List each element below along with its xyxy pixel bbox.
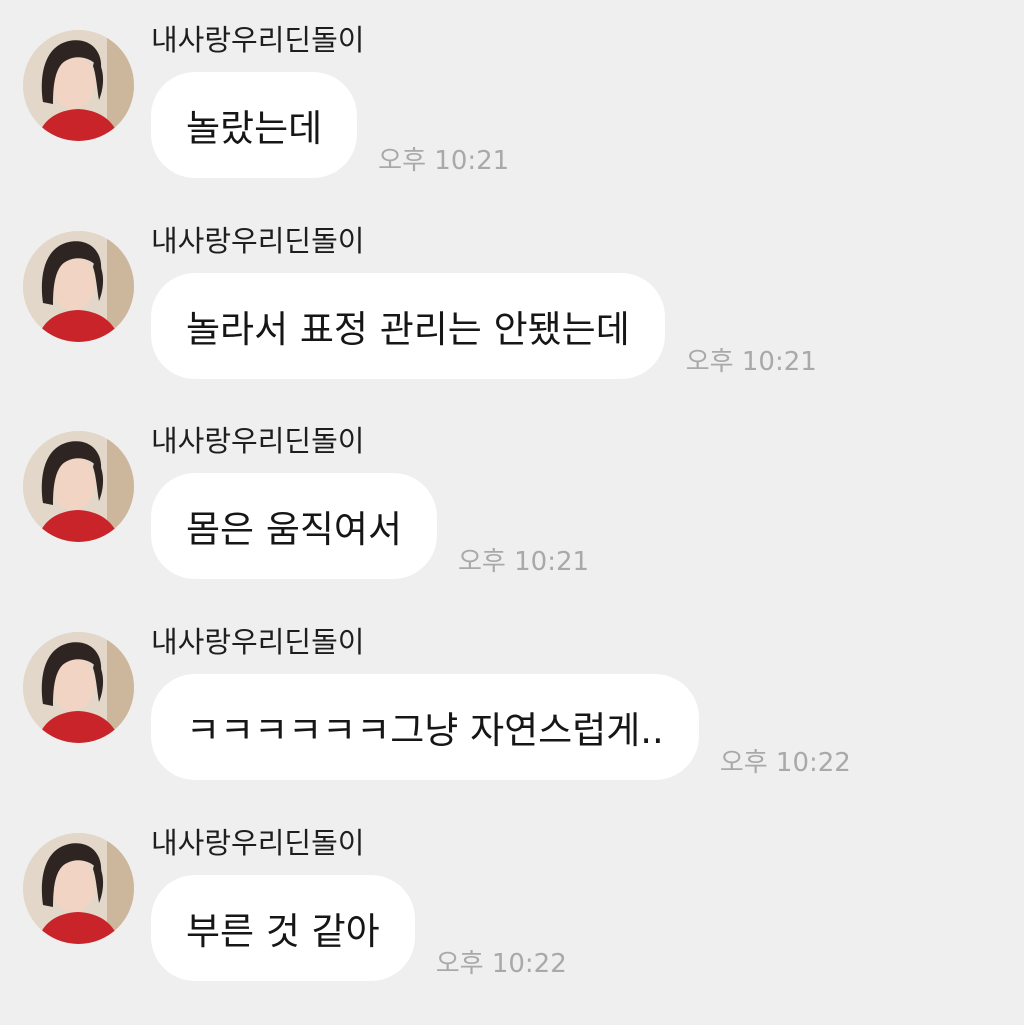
message-timestamp: 오후 10:21	[685, 347, 817, 377]
message-timestamp: 오후 10:21	[458, 547, 590, 577]
profile-photo-icon	[23, 632, 134, 743]
chat-message-list[interactable]: 내사랑우리딘돌이 놀랐는데 오후 10:21 내사랑우리딘돌이 놀라서 표정 관…	[0, 0, 1024, 1025]
avatar[interactable]	[23, 833, 134, 944]
avatar[interactable]	[23, 30, 134, 141]
message-bubble[interactable]: 부른 것 같아	[151, 875, 415, 981]
sender-name: 내사랑우리딘돌이	[151, 23, 365, 57]
message-group: 내사랑우리딘돌이 부른 것 같아 오후 10:22	[0, 803, 1024, 993]
message-timestamp: 오후 10:22	[719, 748, 851, 778]
message-timestamp: 오후 10:21	[378, 146, 510, 176]
profile-photo-icon	[23, 833, 134, 944]
profile-photo-icon	[23, 231, 134, 342]
sender-name: 내사랑우리딘돌이	[151, 826, 365, 860]
message-bubble[interactable]: 놀랐는데	[151, 72, 358, 178]
message-group: 내사랑우리딘돌이 놀랐는데 오후 10:21	[0, 0, 1024, 190]
sender-name: 내사랑우리딘돌이	[151, 224, 365, 258]
message-group: 내사랑우리딘돌이 몸은 움직여서 오후 10:21	[0, 401, 1024, 591]
message-group: 내사랑우리딘돌이 ㅋㅋㅋㅋㅋㅋ그냥 자연스럽게.. 오후 10:22	[0, 602, 1024, 792]
avatar[interactable]	[23, 431, 134, 542]
message-group: 내사랑우리딘돌이 놀라서 표정 관리는 안됐는데 오후 10:21	[0, 201, 1024, 391]
avatar[interactable]	[23, 231, 134, 342]
profile-photo-icon	[23, 30, 134, 141]
message-bubble[interactable]: 놀라서 표정 관리는 안됐는데	[151, 273, 665, 379]
avatar[interactable]	[23, 632, 134, 743]
message-timestamp: 오후 10:22	[435, 949, 567, 979]
profile-photo-icon	[23, 431, 134, 542]
sender-name: 내사랑우리딘돌이	[151, 625, 365, 659]
message-bubble[interactable]: ㅋㅋㅋㅋㅋㅋ그냥 자연스럽게..	[151, 674, 699, 780]
sender-name: 내사랑우리딘돌이	[151, 424, 365, 458]
message-bubble[interactable]: 몸은 움직여서	[151, 473, 438, 579]
